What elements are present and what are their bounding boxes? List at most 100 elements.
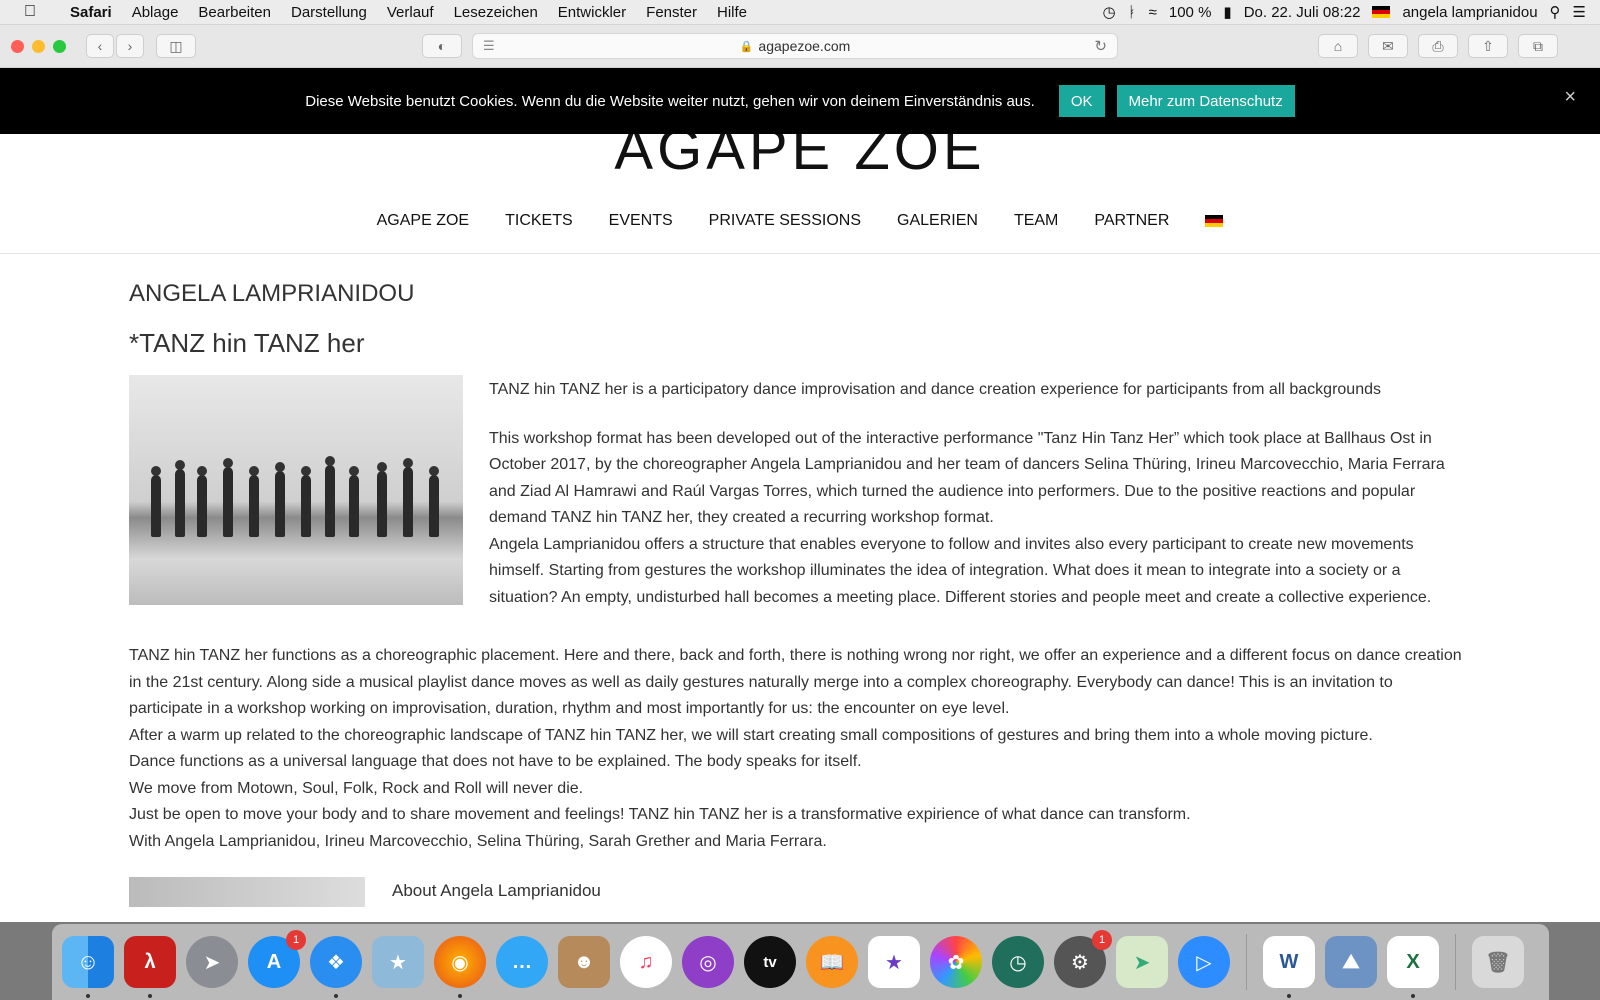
settings-badge: 1 — [1092, 930, 1112, 950]
menu-hilfe[interactable]: Hilfe — [707, 4, 757, 21]
menu-bar:  Safari Ablage Bearbeiten Darstellung V… — [0, 0, 1600, 25]
reader-view-icon[interactable]: ☰ — [483, 38, 495, 54]
launchpad-icon[interactable]: ➤ — [186, 936, 238, 988]
finder-icon[interactable]: ☺ — [62, 936, 114, 998]
home-icon: ⌂ — [1333, 38, 1343, 54]
menu-lesezeichen[interactable]: Lesezeichen — [444, 4, 548, 21]
back-button[interactable]: ‹ — [86, 34, 114, 58]
app-store-badge: 1 — [286, 930, 306, 950]
nav-private-sessions[interactable]: PRIVATE SESSIONS — [709, 212, 861, 230]
battery-icon[interactable]: ▮ — [1223, 3, 1231, 21]
imovie-star-icon[interactable]: ★ — [868, 936, 920, 988]
safari-icon[interactable]: ❖ — [310, 936, 362, 998]
control-center-icon[interactable]: ☰ — [1573, 3, 1586, 21]
datetime[interactable]: Do. 22. Juli 08:22 — [1244, 4, 1361, 21]
reload-icon[interactable]: ↻ — [1094, 37, 1107, 55]
zoom-window-button[interactable] — [53, 39, 66, 53]
language-flag-icon[interactable] — [1205, 214, 1224, 227]
section-title: *TANZ hin TANZ her — [129, 328, 365, 358]
user-name[interactable]: angela lamprianidou — [1402, 4, 1537, 21]
browser-toolbar: ‹ › ◫ ◐ ☰ 🔒 agapezoe.com ↻ ⌂ ✉ ⎙ ⇧ ⧉ — [0, 25, 1600, 68]
menu-ablage[interactable]: Ablage — [122, 4, 189, 21]
cookie-banner: Diese Website benutzt Cookies. Wenn du d… — [0, 68, 1600, 134]
about-section: About Angela Lamprianidou — [129, 877, 1469, 907]
acrobat-icon[interactable]: λ — [124, 936, 176, 998]
dock: ☺ λ ➤ A1 ❖ ★ ◉ … ☻ ♫ ◎ tv 📖 ★ ✿ ◷ ⚙ 1 ➤ ▷… — [52, 924, 1549, 1000]
app-store-icon[interactable]: A1 — [248, 930, 306, 988]
cookie-ok-button[interactable]: OK — [1058, 85, 1105, 117]
nav-partner[interactable]: PARTNER — [1094, 212, 1169, 230]
music-icon[interactable]: ♫ — [620, 936, 672, 988]
minimize-window-button[interactable] — [32, 39, 45, 53]
privacy-info-button[interactable]: Mehr zum Datenschutz — [1116, 85, 1295, 117]
shield-icon: ◐ — [437, 38, 447, 54]
menu-bearbeiten[interactable]: Bearbeiten — [188, 4, 281, 21]
word-icon[interactable]: W — [1263, 936, 1315, 998]
podcasts-icon[interactable]: ◎ — [682, 936, 734, 988]
firefox-icon[interactable]: ◉ — [434, 936, 486, 998]
battery-percent[interactable]: 100 % — [1169, 4, 1212, 21]
word-label: W — [1279, 950, 1299, 973]
nav-team[interactable]: TEAM — [1014, 212, 1058, 230]
url-text: agapezoe.com — [758, 38, 851, 54]
input-source-flag-icon[interactable] — [1372, 6, 1391, 18]
about-title: About Angela Lamprianidou — [392, 881, 601, 900]
time-machine-icon[interactable]: ◷ — [992, 936, 1044, 988]
sidebar-button[interactable]: ◫ — [156, 34, 196, 58]
dancers-photo — [129, 375, 463, 605]
messages-icon[interactable]: … — [496, 936, 548, 988]
web-page: Diese Website benutzt Cookies. Wenn du d… — [0, 68, 1600, 922]
nav-tickets[interactable]: TICKETS — [505, 212, 573, 230]
mail-icon: ✉ — [1382, 37, 1394, 54]
tabs-overview-button[interactable]: ⧉ — [1518, 34, 1558, 58]
forward-button[interactable]: › — [116, 34, 144, 58]
wifi-icon[interactable]: ≈ — [1149, 4, 1157, 21]
paragraph-5: Dance functions as a universal language … — [129, 753, 862, 770]
print-button[interactable]: ⎙ — [1418, 34, 1458, 58]
preview-photos-icon[interactable]: ⛰ — [1325, 936, 1377, 988]
nav-galerien[interactable]: GALERIEN — [897, 212, 978, 230]
cookie-message: Diese Website benutzt Cookies. Wenn du d… — [305, 92, 1035, 110]
close-window-button[interactable] — [11, 39, 24, 53]
paragraph-7: Just be open to move your body and to sh… — [129, 806, 1191, 823]
sidebar-icon: ◫ — [169, 37, 183, 54]
share-button[interactable]: ⇧ — [1468, 34, 1508, 58]
address-bar[interactable]: ☰ 🔒 agapezoe.com ↻ — [472, 33, 1118, 59]
about-photo — [129, 877, 365, 907]
page-title: ANGELA LAMPRIANIDOU — [129, 280, 415, 307]
photos-icon[interactable]: ✿ — [930, 936, 982, 988]
trash-icon[interactable]: 🗑 — [1472, 936, 1524, 988]
paragraph-8: With Angela Lamprianidou, Irineu Marcove… — [129, 832, 827, 850]
menu-entwickler[interactable]: Entwickler — [548, 4, 636, 21]
paragraph-3: TANZ hin TANZ her functions as a choreog… — [129, 647, 1462, 717]
excel-icon[interactable]: X — [1387, 936, 1439, 998]
nav-events[interactable]: EVENTS — [609, 212, 673, 230]
paragraph-6: We move from Motown, Soul, Folk, Rock an… — [129, 779, 584, 797]
share-icon: ⇧ — [1482, 37, 1494, 54]
contacts-icon[interactable]: ☻ — [558, 936, 610, 988]
apple-tv-icon[interactable]: tv — [744, 936, 796, 988]
bluetooth-icon[interactable]: ᛓ — [1128, 4, 1137, 21]
tv-label: tv — [763, 953, 777, 971]
maps-icon[interactable]: ➤ — [1116, 936, 1168, 988]
main-nav: AGAPE ZOE TICKETS EVENTS PRIVATE SESSION… — [0, 188, 1600, 254]
books-icon[interactable]: 📖 — [806, 936, 858, 988]
menu-fenster[interactable]: Fenster — [636, 4, 707, 21]
chevron-right-icon: › — [127, 38, 133, 54]
menu-app-name[interactable]: Safari — [60, 4, 122, 21]
apple-menu-icon[interactable]:  — [0, 3, 60, 21]
system-preferences-icon[interactable]: ⚙ 1 — [1054, 930, 1112, 988]
home-button[interactable]: ⌂ — [1318, 34, 1358, 58]
zoom-icon[interactable]: ▷ — [1178, 936, 1230, 988]
time-machine-icon[interactable]: ◷ — [1103, 3, 1116, 21]
privacy-report-button[interactable]: ◐ — [422, 34, 462, 58]
menu-verlauf[interactable]: Verlauf — [377, 4, 444, 21]
chevron-left-icon: ‹ — [97, 38, 103, 54]
mail-button[interactable]: ✉ — [1368, 34, 1408, 58]
preview-icon[interactable]: ★ — [372, 936, 424, 988]
lock-icon: 🔒 — [739, 40, 754, 53]
close-icon[interactable]: × — [1564, 86, 1576, 109]
nav-agape-zoe[interactable]: AGAPE ZOE — [377, 212, 469, 230]
menu-darstellung[interactable]: Darstellung — [281, 4, 377, 21]
spotlight-search-icon[interactable]: ⚲ — [1550, 3, 1561, 21]
